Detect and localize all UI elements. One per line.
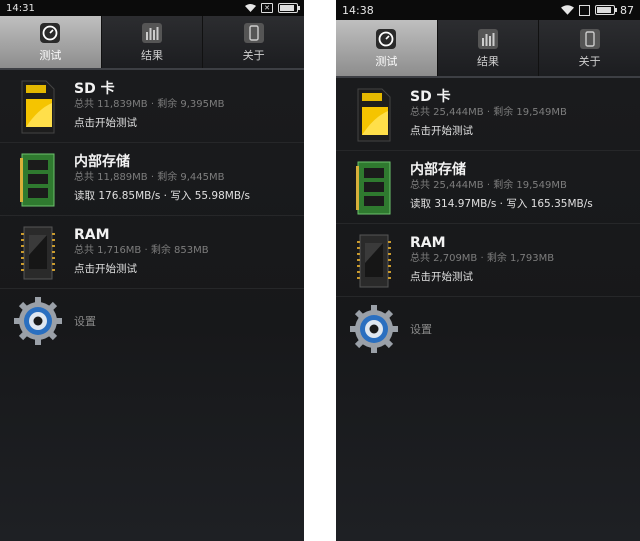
sd-card-icon [12, 78, 64, 136]
settings-item[interactable]: 设置 [336, 297, 640, 361]
item-title: SD 卡 [74, 81, 115, 97]
tab-label: 测试 [375, 54, 398, 68]
tab-label: 结果 [477, 54, 499, 68]
bar-chart-icon [140, 22, 164, 44]
list-item-ram[interactable]: RAM 总共 2,709MB · 剩余 1,793MB 点击开始测试 [336, 224, 640, 297]
tab-label: 关于 [242, 48, 265, 62]
item-action: 读取 176.85MB/s · 写入 55.98MB/s [74, 190, 251, 202]
tab-label: 测试 [39, 48, 62, 62]
item-action: 点击开始测试 [410, 271, 473, 283]
list-item-internal-storage[interactable]: 内部存储 总共 11,889MB · 剩余 9,445MB 读取 176.85M… [0, 143, 304, 216]
item-subtitle: 总共 1,716MB · 剩余 853MB [74, 245, 209, 256]
item-subtitle: 总共 25,444MB · 剩余 19,549MB [410, 180, 567, 191]
settings-item[interactable]: 设置 [0, 289, 304, 353]
battery-percent: 87 [620, 3, 634, 17]
phone-screen-right: 14:38 87 测试 结果 关于 SD 卡 总共 25,444MB · 剩余 … [336, 0, 640, 541]
item-action: 读取 314.97MB/s · 写入 165.35MB/s [410, 198, 593, 210]
item-title: 内部存储 [410, 162, 466, 178]
list-item-internal-storage[interactable]: 内部存储 总共 25,444MB · 剩余 19,549MB 读取 314.97… [336, 151, 640, 224]
memory-chip-icon [12, 151, 64, 209]
settings-label: 设置 [74, 315, 96, 328]
battery-icon [278, 3, 300, 13]
item-title: RAM [410, 235, 446, 251]
item-title: SD 卡 [410, 89, 451, 105]
memory-chip-icon [348, 159, 400, 217]
item-title: RAM [74, 227, 110, 243]
battery-icon [595, 5, 617, 15]
ram-chip-icon [348, 232, 400, 290]
speedometer-icon [374, 28, 398, 50]
item-action: 点击开始测试 [410, 125, 473, 137]
notification-icon: ✕ [261, 3, 273, 13]
phone-icon [578, 28, 602, 50]
item-subtitle: 总共 2,709MB · 剩余 1,793MB [410, 253, 555, 264]
tab-label: 关于 [578, 54, 601, 68]
item-action: 点击开始测试 [74, 117, 137, 129]
phone-icon [242, 22, 266, 44]
item-subtitle: 总共 25,444MB · 剩余 19,549MB [410, 107, 567, 118]
settings-label: 设置 [410, 323, 432, 336]
tab-label: 结果 [141, 48, 163, 62]
tab-test[interactable]: 测试 [336, 20, 438, 76]
gear-icon [348, 304, 400, 354]
tab-about[interactable]: 关于 [539, 20, 640, 76]
sd-card-icon [348, 86, 400, 144]
speedometer-icon [38, 22, 62, 44]
status-time: 14:31 [6, 2, 35, 14]
tab-results[interactable]: 结果 [102, 16, 204, 68]
item-subtitle: 总共 11,889MB · 剩余 9,445MB [74, 172, 225, 183]
list-item-ram[interactable]: RAM 总共 1,716MB · 剩余 853MB 点击开始测试 [0, 216, 304, 289]
phone-screen-left: 14:31 ✕ 测试 结果 关于 SD 卡 总共 11,839MB · 剩余 9… [0, 0, 304, 541]
list-item-sd-card[interactable]: SD 卡 总共 25,444MB · 剩余 19,549MB 点击开始测试 [336, 78, 640, 151]
tab-about[interactable]: 关于 [203, 16, 304, 68]
ram-chip-icon [12, 224, 64, 282]
test-list: SD 卡 总共 11,839MB · 剩余 9,395MB 点击开始测试 内部存… [0, 70, 304, 353]
item-title: 内部存储 [74, 154, 130, 170]
square-icon [579, 4, 590, 16]
status-bar: 14:31 ✕ [0, 0, 304, 16]
tab-results[interactable]: 结果 [438, 20, 540, 76]
list-item-sd-card[interactable]: SD 卡 总共 11,839MB · 剩余 9,395MB 点击开始测试 [0, 70, 304, 143]
wifi-icon [245, 4, 256, 12]
test-list: SD 卡 总共 25,444MB · 剩余 19,549MB 点击开始测试 内部… [336, 78, 640, 361]
item-action: 点击开始测试 [74, 263, 137, 275]
tab-bar: 测试 结果 关于 [336, 20, 640, 78]
status-bar: 14:38 87 [336, 0, 640, 20]
tab-test[interactable]: 测试 [0, 16, 102, 68]
bar-chart-icon [476, 28, 500, 50]
gear-icon [12, 296, 64, 346]
status-time: 14:38 [342, 3, 374, 17]
item-subtitle: 总共 11,839MB · 剩余 9,395MB [74, 99, 225, 110]
wifi-icon [561, 5, 574, 15]
tab-bar: 测试 结果 关于 [0, 16, 304, 70]
